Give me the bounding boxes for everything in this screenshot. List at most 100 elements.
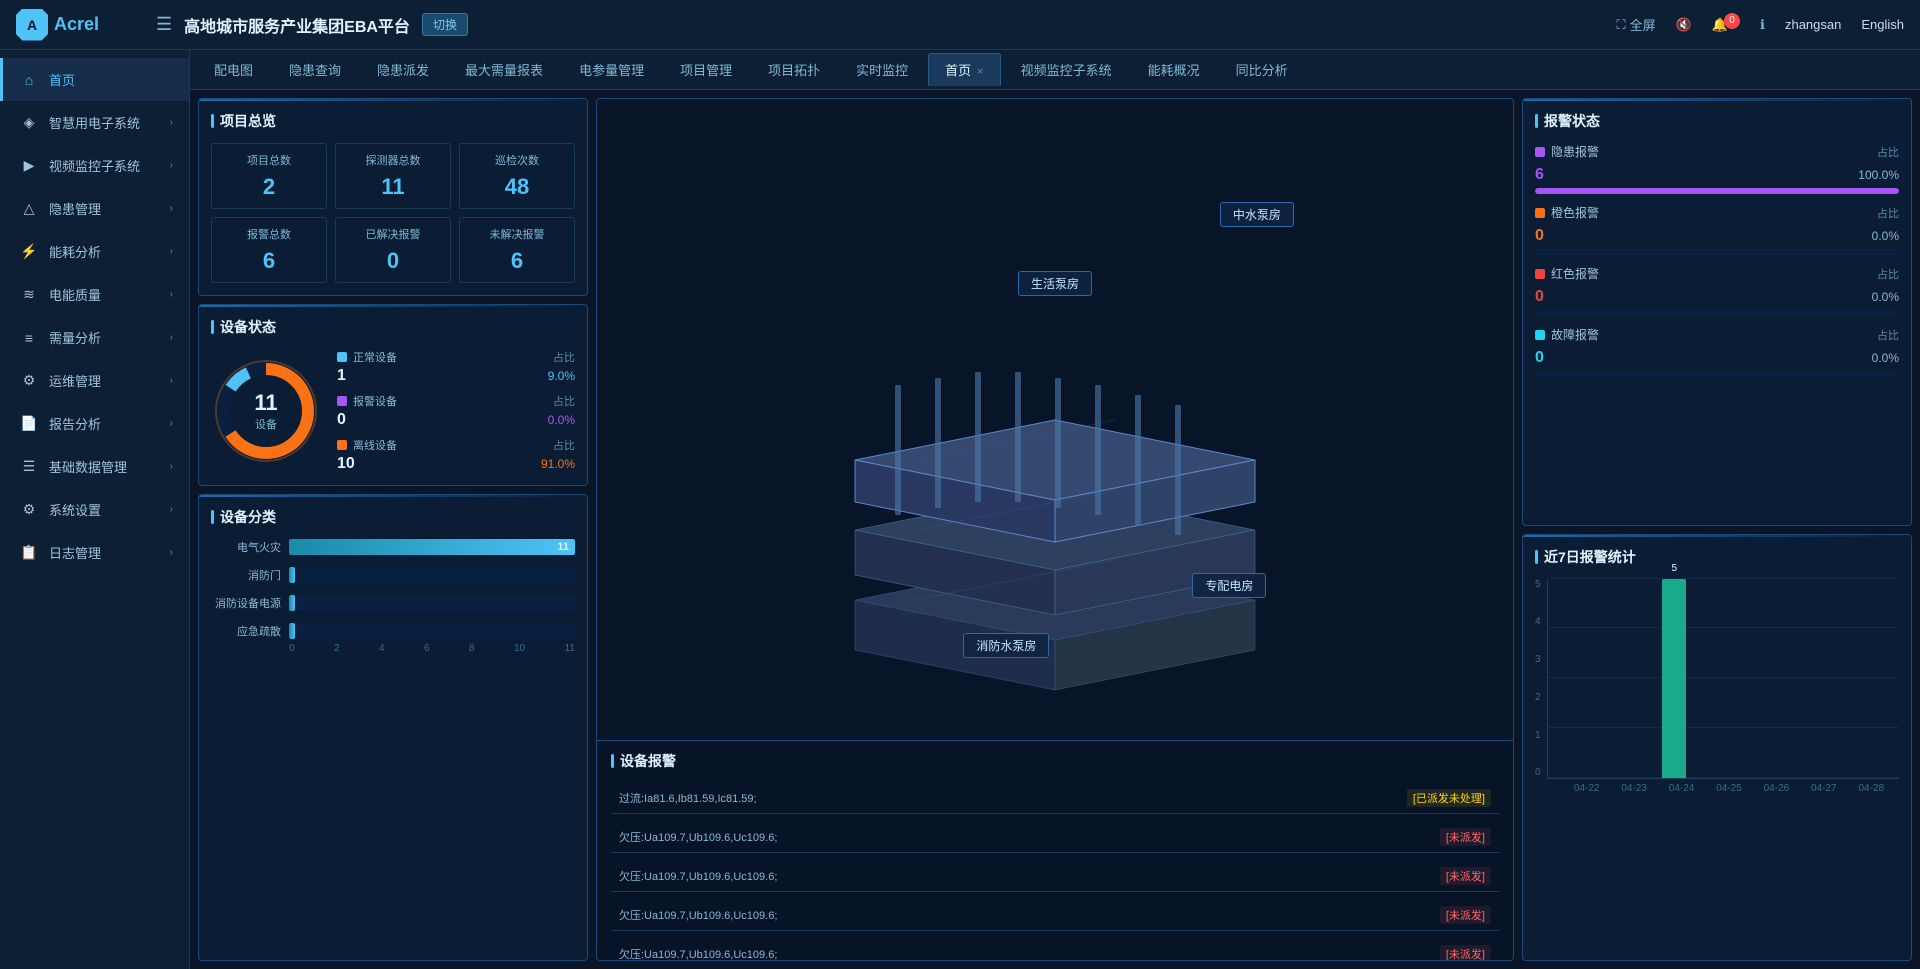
project-cell-value-3: 6: [220, 248, 318, 274]
chart-bar-2: 5: [1662, 579, 1686, 778]
legend-label-1: 报警设备: [353, 393, 397, 409]
project-cell-label-2: 巡检次数: [468, 152, 566, 168]
sidebar-item-5[interactable]: ≋ 电能质量 ›: [0, 273, 189, 316]
bar-row-3: 应急疏散: [211, 623, 575, 639]
project-cell-label-1: 探测器总数: [344, 152, 442, 168]
sidebar-label-3: 隐患管理: [49, 199, 160, 218]
tab-5[interactable]: 项目管理: [664, 54, 748, 85]
bar-fill-3: [289, 623, 295, 639]
sidebar-item-9[interactable]: ☰ 基础数据管理 ›: [0, 445, 189, 488]
legend-label-2: 离线设备: [353, 437, 397, 453]
tab-11[interactable]: 同比分析: [1220, 54, 1304, 85]
alert-status-4: [未派发]: [1440, 945, 1491, 961]
menu-icon[interactable]: ☰: [156, 14, 172, 35]
tab-8[interactable]: 首页×: [928, 53, 1000, 86]
y-label-3: 2: [1535, 692, 1541, 703]
username-label: zhangsan: [1785, 17, 1841, 32]
x-label-0: 04-22: [1567, 783, 1606, 794]
bell-button[interactable]: 🔔 0: [1712, 17, 1740, 33]
alarm-pct-val-3: 0.0%: [1872, 351, 1899, 365]
legend-dot-0: [337, 352, 347, 362]
info-button[interactable]: ℹ: [1760, 17, 1765, 33]
sidebar-icon-9: ☰: [19, 458, 39, 475]
sidebar-item-6[interactable]: ≡ 需量分析 ›: [0, 316, 189, 359]
alarm-row-1: 橙色报警 占比 0 0.0%: [1535, 204, 1899, 255]
device-status-content: 11 设备 正常设备 占比 1 9.0% 报警设备: [211, 349, 575, 473]
sidebar-item-0[interactable]: ⌂ 首页: [0, 58, 189, 101]
tab-1[interactable]: 隐患查询: [273, 54, 357, 85]
tab-10[interactable]: 能耗概况: [1132, 54, 1216, 85]
alert-row-1: 欠压:Ua109.7,Ub109.6,Uc109.6; [未派发]: [611, 822, 1499, 853]
project-cell-value-1: 11: [344, 174, 442, 200]
language-selector[interactable]: English: [1861, 17, 1904, 32]
tab-bar: 配电图隐患查询隐患派发最大需量报表电参量管理项目管理项目拓扑实时监控首页×视频监…: [190, 50, 1920, 90]
building-panel: 生活泵房 中水泵房 消防水泵房 专配电房 设备报警 过流:Ia81.6,Ib81…: [596, 98, 1514, 961]
sidebar-arrow-2: ›: [170, 160, 173, 171]
sidebar-item-7[interactable]: ⚙ 运维管理 ›: [0, 359, 189, 402]
alert-status-2: [未派发]: [1440, 867, 1491, 885]
alarm-row-3: 故障报警 占比 0 0.0%: [1535, 326, 1899, 377]
legend-pct-title-2: 占比: [553, 437, 575, 453]
sidebar-label-2: 视频监控子系统: [49, 156, 160, 175]
tab-0[interactable]: 配电图: [198, 54, 269, 85]
chart-x-labels: 04-2204-2304-2404-2504-2604-2704-28: [1535, 779, 1899, 794]
alarm-header-0: 隐患报警 占比: [1535, 143, 1899, 160]
content-area: 配电图隐患查询隐患派发最大需量报表电参量管理项目管理项目拓扑实时监控首页×视频监…: [190, 50, 1920, 969]
sidebar-item-10[interactable]: ⚙ 系统设置 ›: [0, 488, 189, 531]
donut-unit: 设备: [255, 419, 277, 431]
device-category-card: 设备分类 电气火灾 11 消防门 消防设备电源 应急疏散: [198, 494, 588, 961]
sidebar: ⌂ 首页 ◈ 智慧用电子系统 › ▶ 视频监控子系统 › △ 隐患管理 › ⚡ …: [0, 50, 190, 969]
alarm-pct-val-0: 100.0%: [1858, 168, 1899, 182]
sidebar-arrow-6: ›: [170, 332, 173, 343]
tab-7[interactable]: 实时监控: [840, 54, 924, 85]
alarm-pct-val-2: 0.0%: [1872, 290, 1899, 304]
y-label-0: 5: [1535, 579, 1541, 590]
project-cell-label-3: 报警总数: [220, 226, 318, 242]
sidebar-arrow-7: ›: [170, 375, 173, 386]
alarm-header-1: 橙色报警 占比: [1535, 204, 1899, 221]
project-summary-title: 项目总览: [211, 111, 575, 131]
sidebar-arrow-5: ›: [170, 289, 173, 300]
sidebar-icon-10: ⚙: [19, 501, 39, 518]
tab-2[interactable]: 隐患派发: [361, 54, 445, 85]
chart-bar-col-5: [1801, 579, 1842, 778]
chart-bar-col-0: [1556, 579, 1597, 778]
logo: A Acrel: [16, 9, 136, 41]
sidebar-icon-7: ⚙: [19, 372, 39, 389]
x-label-4: 04-26: [1757, 783, 1796, 794]
project-cell-value-4: 0: [344, 248, 442, 274]
mute-button[interactable]: 🔇: [1676, 17, 1692, 33]
tab-9[interactable]: 视频监控子系统: [1005, 54, 1128, 85]
sidebar-label-10: 系统设置: [49, 500, 160, 519]
building-label-shenghuobengfang: 生活泵房: [1018, 271, 1092, 296]
device-legend: 正常设备 占比 1 9.0% 报警设备 占比 0 0.0% 离线设备 占比: [337, 349, 575, 473]
sidebar-arrow-10: ›: [170, 504, 173, 515]
tab-3[interactable]: 最大需量报表: [449, 54, 559, 85]
tab-close-8[interactable]: ×: [977, 66, 983, 78]
alert-desc-1: 欠压:Ua109.7,Ub109.6,Uc109.6;: [619, 829, 1440, 845]
sidebar-item-1[interactable]: ◈ 智慧用电子系统 ›: [0, 101, 189, 144]
sidebar-item-2[interactable]: ▶ 视频监控子系统 ›: [0, 144, 189, 187]
fullscreen-button[interactable]: ⛶ 全屏: [1617, 15, 1656, 34]
tab-6[interactable]: 项目拓扑: [752, 54, 836, 85]
sidebar-item-11[interactable]: 📋 日志管理 ›: [0, 531, 189, 574]
notification-badge: 0: [1724, 13, 1740, 29]
sidebar-item-8[interactable]: 📄 报告分析 ›: [0, 402, 189, 445]
project-summary-card: 项目总览 项目总数 2 探测器总数 11 巡检次数 48 报警总数 6 已解决报…: [198, 98, 588, 296]
chart-area: 543210 5: [1535, 579, 1899, 779]
bar-fill-2: [289, 595, 295, 611]
project-cell-0: 项目总数 2: [211, 143, 327, 209]
sidebar-item-4[interactable]: ⚡ 能耗分析 ›: [0, 230, 189, 273]
tab-4[interactable]: 电参量管理: [563, 54, 660, 85]
bar-track-1: [289, 567, 575, 583]
sidebar-item-3[interactable]: △ 隐患管理 ›: [0, 187, 189, 230]
bar-label-0: 电气火灾: [211, 539, 281, 555]
sidebar-arrow-8: ›: [170, 418, 173, 429]
sidebar-label-9: 基础数据管理: [49, 457, 160, 476]
alarm-type-label-1: 橙色报警: [1551, 204, 1599, 221]
project-cell-2: 巡检次数 48: [459, 143, 575, 209]
switch-button[interactable]: 切换: [422, 13, 468, 36]
project-cell-value-0: 2: [220, 174, 318, 200]
bar-axis: 0 2 4 6 8 10 11: [211, 639, 575, 654]
alarm-status-title: 报警状态: [1535, 111, 1899, 131]
